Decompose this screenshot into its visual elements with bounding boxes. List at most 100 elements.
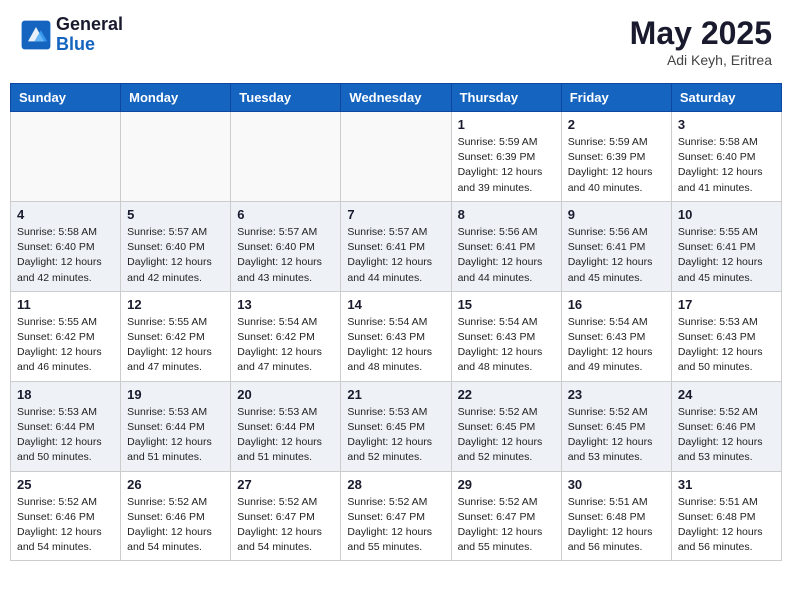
day-info: Sunrise: 5:57 AM Sunset: 6:40 PM Dayligh… — [127, 225, 224, 286]
calendar-cell: 31Sunrise: 5:51 AM Sunset: 6:48 PM Dayli… — [671, 471, 781, 561]
calendar-cell: 12 Sunrise: 5:55 AM Sunset: 6:42 PM Dayli… — [121, 291, 231, 381]
calendar-cell: 8Sunrise: 5:56 AM Sunset: 6:41 PM Daylig… — [451, 201, 561, 291]
day-info: Sunrise: 5:51 AM Sunset: 6:48 PM Dayligh… — [568, 495, 665, 556]
weekday-header-tuesday: Tuesday — [231, 84, 341, 112]
day-number: 5 — [127, 207, 224, 222]
logo-line1: General — [56, 15, 123, 35]
day-info: Sunrise: 5:52 AM Sunset: 6:45 PM Dayligh… — [458, 405, 555, 466]
day-info: Sunrise: 5:55 AM Sunset: 6:42 PM Dayligh… — [127, 315, 224, 376]
day-number: 3 — [678, 117, 775, 132]
day-number: 4 — [17, 207, 114, 222]
day-number: 24 — [678, 387, 775, 402]
calendar-cell: 11 Sunrise: 5:55 AM Sunset: 6:42 PM Dayli… — [11, 291, 121, 381]
day-info: Sunrise: 5:53 AM Sunset: 6:44 PM Dayligh… — [127, 405, 224, 466]
day-info: Sunrise: 5:58 AM Sunset: 6:40 PM Dayligh… — [17, 225, 114, 286]
day-info: Sunrise: 5:52 AM Sunset: 6:47 PM Dayligh… — [237, 495, 334, 556]
weekday-header-saturday: Saturday — [671, 84, 781, 112]
calendar-cell: 1Sunrise: 5:59 AM Sunset: 6:39 PM Daylig… — [451, 112, 561, 202]
day-info: Sunrise: 5:57 AM Sunset: 6:40 PM Dayligh… — [237, 225, 334, 286]
day-number: 22 — [458, 387, 555, 402]
day-number: 25 — [17, 477, 114, 492]
day-info: Sunrise: 5:53 AM Sunset: 6:43 PM Dayligh… — [678, 315, 775, 376]
calendar-cell: 4 Sunrise: 5:58 AM Sunset: 6:40 PM Daylig… — [11, 201, 121, 291]
day-number: 29 — [458, 477, 555, 492]
calendar-cell: 29 Sunrise: 5:52 AM Sunset: 6:47 PM Dayli… — [451, 471, 561, 561]
day-number: 10 — [678, 207, 775, 222]
calendar-cell: 27 Sunrise: 5:52 AM Sunset: 6:47 PM Dayli… — [231, 471, 341, 561]
day-number: 31 — [678, 477, 775, 492]
calendar-cell — [341, 112, 451, 202]
day-info: Sunrise: 5:54 AM Sunset: 6:43 PM Dayligh… — [347, 315, 444, 376]
calendar-cell: 16 Sunrise: 5:54 AM Sunset: 6:43 PM Dayli… — [561, 291, 671, 381]
calendar-cell: 15Sunrise: 5:54 AM Sunset: 6:43 PM Dayli… — [451, 291, 561, 381]
day-number: 8 — [458, 207, 555, 222]
calendar-cell: 22 Sunrise: 5:52 AM Sunset: 6:45 PM Dayli… — [451, 381, 561, 471]
day-number: 6 — [237, 207, 334, 222]
day-number: 1 — [458, 117, 555, 132]
day-number: 15 — [458, 297, 555, 312]
day-number: 2 — [568, 117, 665, 132]
day-info: Sunrise: 5:52 AM Sunset: 6:46 PM Dayligh… — [17, 495, 114, 556]
day-number: 18 — [17, 387, 114, 402]
title-block: May 2025 Adi Keyh, Eritrea — [630, 15, 772, 68]
weekday-header-thursday: Thursday — [451, 84, 561, 112]
calendar-week-4: 18 Sunrise: 5:53 AM Sunset: 6:44 PM Dayli… — [11, 381, 782, 471]
calendar-cell: 21 Sunrise: 5:53 AM Sunset: 6:45 PM Dayli… — [341, 381, 451, 471]
day-number: 7 — [347, 207, 444, 222]
calendar-cell — [121, 112, 231, 202]
calendar-cell: 18 Sunrise: 5:53 AM Sunset: 6:44 PM Dayli… — [11, 381, 121, 471]
day-info: Sunrise: 5:52 AM Sunset: 6:47 PM Dayligh… — [347, 495, 444, 556]
location: Adi Keyh, Eritrea — [630, 52, 772, 68]
day-number: 26 — [127, 477, 224, 492]
day-info: Sunrise: 5:58 AM Sunset: 6:40 PM Dayligh… — [678, 135, 775, 196]
day-number: 21 — [347, 387, 444, 402]
day-info: Sunrise: 5:54 AM Sunset: 6:43 PM Dayligh… — [568, 315, 665, 376]
day-number: 12 — [127, 297, 224, 312]
calendar-cell — [231, 112, 341, 202]
day-number: 9 — [568, 207, 665, 222]
day-info: Sunrise: 5:53 AM Sunset: 6:45 PM Dayligh… — [347, 405, 444, 466]
day-number: 28 — [347, 477, 444, 492]
calendar-cell: 25 Sunrise: 5:52 AM Sunset: 6:46 PM Dayli… — [11, 471, 121, 561]
calendar-cell: 26Sunrise: 5:52 AM Sunset: 6:46 PM Dayli… — [121, 471, 231, 561]
calendar-week-1: 1Sunrise: 5:59 AM Sunset: 6:39 PM Daylig… — [11, 112, 782, 202]
logo-line2: Blue — [56, 35, 123, 55]
day-info: Sunrise: 5:52 AM Sunset: 6:47 PM Dayligh… — [458, 495, 555, 556]
month-year: May 2025 — [630, 15, 772, 52]
calendar-cell: 9 Sunrise: 5:56 AM Sunset: 6:41 PM Daylig… — [561, 201, 671, 291]
day-number: 23 — [568, 387, 665, 402]
day-info: Sunrise: 5:57 AM Sunset: 6:41 PM Dayligh… — [347, 225, 444, 286]
calendar-cell: 2Sunrise: 5:59 AM Sunset: 6:39 PM Daylig… — [561, 112, 671, 202]
calendar-cell: 20 Sunrise: 5:53 AM Sunset: 6:44 PM Dayli… — [231, 381, 341, 471]
calendar-cell: 5 Sunrise: 5:57 AM Sunset: 6:40 PM Daylig… — [121, 201, 231, 291]
day-number: 13 — [237, 297, 334, 312]
day-info: Sunrise: 5:54 AM Sunset: 6:42 PM Dayligh… — [237, 315, 334, 376]
day-info: Sunrise: 5:53 AM Sunset: 6:44 PM Dayligh… — [17, 405, 114, 466]
calendar-cell: 17 Sunrise: 5:53 AM Sunset: 6:43 PM Dayli… — [671, 291, 781, 381]
calendar-cell: 10 Sunrise: 5:55 AM Sunset: 6:41 PM Dayli… — [671, 201, 781, 291]
day-number: 16 — [568, 297, 665, 312]
calendar-cell — [11, 112, 121, 202]
weekday-header-monday: Monday — [121, 84, 231, 112]
calendar-week-3: 11 Sunrise: 5:55 AM Sunset: 6:42 PM Dayli… — [11, 291, 782, 381]
calendar-week-2: 4 Sunrise: 5:58 AM Sunset: 6:40 PM Daylig… — [11, 201, 782, 291]
calendar-cell: 30Sunrise: 5:51 AM Sunset: 6:48 PM Dayli… — [561, 471, 671, 561]
weekday-row: SundayMondayTuesdayWednesdayThursdayFrid… — [11, 84, 782, 112]
weekday-header-sunday: Sunday — [11, 84, 121, 112]
calendar-table: SundayMondayTuesdayWednesdayThursdayFrid… — [10, 83, 782, 561]
calendar-cell: 28 Sunrise: 5:52 AM Sunset: 6:47 PM Dayli… — [341, 471, 451, 561]
calendar-cell: 7 Sunrise: 5:57 AM Sunset: 6:41 PM Daylig… — [341, 201, 451, 291]
day-number: 14 — [347, 297, 444, 312]
day-info: Sunrise: 5:56 AM Sunset: 6:41 PM Dayligh… — [568, 225, 665, 286]
day-number: 20 — [237, 387, 334, 402]
day-number: 27 — [237, 477, 334, 492]
day-number: 17 — [678, 297, 775, 312]
calendar-cell: 23Sunrise: 5:52 AM Sunset: 6:45 PM Dayli… — [561, 381, 671, 471]
day-info: Sunrise: 5:53 AM Sunset: 6:44 PM Dayligh… — [237, 405, 334, 466]
day-info: Sunrise: 5:55 AM Sunset: 6:41 PM Dayligh… — [678, 225, 775, 286]
day-number: 11 — [17, 297, 114, 312]
day-info: Sunrise: 5:55 AM Sunset: 6:42 PM Dayligh… — [17, 315, 114, 376]
page-header: General Blue May 2025 Adi Keyh, Eritrea — [10, 10, 782, 73]
logo-text: General Blue — [56, 15, 123, 55]
weekday-header-friday: Friday — [561, 84, 671, 112]
